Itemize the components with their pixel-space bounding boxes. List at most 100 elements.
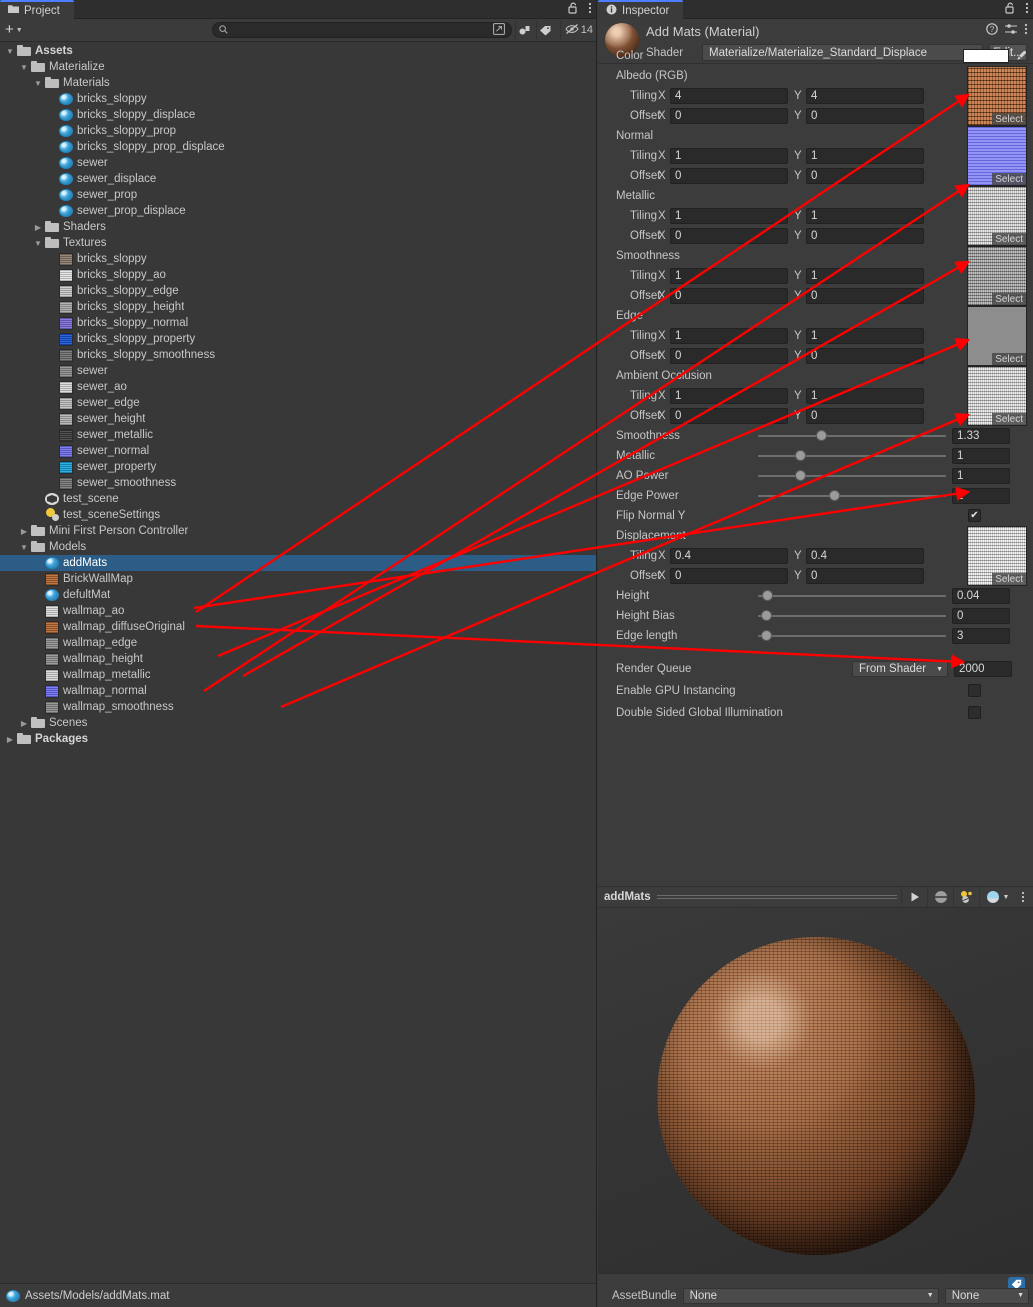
lock-open-icon[interactable] — [1005, 2, 1016, 17]
flip-normal-y-checkbox[interactable]: ✔ — [968, 509, 981, 522]
tree-row[interactable]: wallmap_edge — [0, 635, 596, 651]
tree-row[interactable]: wallmap_normal — [0, 683, 596, 699]
tiling-y-field[interactable]: 1 — [806, 388, 924, 404]
tiling-x-field[interactable]: 1 — [670, 148, 788, 164]
tiling-x-field[interactable]: 1 — [670, 268, 788, 284]
slider-handle[interactable] — [760, 630, 772, 641]
texture-slot[interactable]: Select — [967, 186, 1027, 246]
offset-y-field[interactable]: 0 — [806, 288, 924, 304]
open-in-window-icon[interactable] — [492, 22, 505, 38]
project-asset-tree[interactable]: ▼ Assets ▼ Materialize ▼ Materials bricks_slop… — [0, 43, 596, 1283]
twisty-down-icon[interactable]: ▼ — [32, 77, 44, 89]
twisty-down-icon[interactable]: ▼ — [18, 61, 30, 73]
tree-row[interactable]: ▼ Assets — [0, 43, 596, 59]
kebab-menu-icon[interactable] — [1015, 887, 1031, 908]
texture-slot[interactable]: Select — [967, 526, 1027, 586]
tree-row[interactable]: bricks_sloppy — [0, 251, 596, 267]
assetbundle-name-dropdown[interactable]: None ▼ — [682, 1287, 939, 1304]
tree-row[interactable]: ▶ Scenes — [0, 715, 596, 731]
tree-row[interactable]: wallmap_ao — [0, 603, 596, 619]
render-queue-value-field[interactable]: 2000 — [954, 661, 1012, 677]
texture-slot[interactable]: Select — [967, 246, 1027, 306]
texture-select-button[interactable]: Select — [992, 293, 1026, 305]
tiling-y-field[interactable]: 0.4 — [806, 548, 924, 564]
sphere-shape-icon[interactable] — [927, 886, 953, 908]
tiling-x-field[interactable]: 4 — [670, 88, 788, 104]
environment-icon[interactable]: ▼ — [979, 886, 1015, 908]
tree-row[interactable]: wallmap_diffuseOriginal — [0, 619, 596, 635]
tree-row[interactable]: sewer_smoothness — [0, 475, 596, 491]
slider-track[interactable] — [758, 629, 946, 643]
play-icon[interactable] — [901, 886, 927, 908]
tree-row[interactable]: defultMat — [0, 587, 596, 603]
lock-open-icon[interactable] — [568, 2, 579, 17]
slider-value-field[interactable]: 2 — [952, 488, 1010, 504]
slider-value-field[interactable]: 3 — [952, 628, 1010, 644]
twisty-down-icon[interactable]: ▼ — [4, 45, 16, 57]
slider-handle[interactable] — [816, 430, 828, 441]
offset-y-field[interactable]: 0 — [806, 228, 924, 244]
slider-track[interactable] — [758, 489, 946, 503]
tree-row[interactable]: ▼ Models — [0, 539, 596, 555]
twisty-right-icon[interactable]: ▶ — [18, 525, 30, 537]
tree-row[interactable]: wallmap_metallic — [0, 667, 596, 683]
tree-row[interactable]: sewer_metallic — [0, 427, 596, 443]
tree-row[interactable]: sewer_edge — [0, 395, 596, 411]
tree-row[interactable]: bricks_sloppy_prop_displace — [0, 139, 596, 155]
tiling-x-field[interactable]: 1 — [670, 208, 788, 224]
tree-row[interactable]: sewer — [0, 363, 596, 379]
slider-value-field[interactable]: 1 — [952, 468, 1010, 484]
tiling-x-field[interactable]: 1 — [670, 388, 788, 404]
slider-value-field[interactable]: 0 — [952, 608, 1010, 624]
tree-row[interactable]: ▶ Mini First Person Controller — [0, 523, 596, 539]
offset-y-field[interactable]: 0 — [806, 168, 924, 184]
tree-row[interactable]: sewer_displace — [0, 171, 596, 187]
twisty-down-icon[interactable]: ▼ — [32, 237, 44, 249]
offset-x-field[interactable]: 0 — [670, 228, 788, 244]
offset-x-field[interactable]: 0 — [670, 168, 788, 184]
eyedropper-icon[interactable] — [1013, 49, 1029, 63]
tree-row[interactable]: sewer_property — [0, 459, 596, 475]
color-swatch[interactable] — [963, 49, 1009, 63]
tree-row[interactable]: sewer — [0, 155, 596, 171]
tree-row[interactable]: wallmap_height — [0, 651, 596, 667]
texture-select-button[interactable]: Select — [992, 353, 1026, 365]
tree-row[interactable]: sewer_ao — [0, 379, 596, 395]
texture-slot[interactable]: Select — [967, 126, 1027, 186]
tree-row[interactable]: bricks_sloppy_property — [0, 331, 596, 347]
filter-by-label-icon[interactable] — [536, 20, 555, 40]
kebab-menu-icon[interactable] — [1024, 23, 1028, 38]
texture-select-button[interactable]: Select — [992, 113, 1026, 125]
slider-value-field[interactable]: 0.04 — [952, 588, 1010, 604]
offset-x-field[interactable]: 0 — [670, 288, 788, 304]
tree-row[interactable]: sewer_height — [0, 411, 596, 427]
tree-row[interactable]: bricks_sloppy_height — [0, 299, 596, 315]
slider-handle[interactable] — [760, 610, 772, 621]
slider-value-field[interactable]: 1.33 — [952, 428, 1010, 444]
offset-x-field[interactable]: 0 — [670, 348, 788, 364]
kebab-menu-icon[interactable] — [588, 2, 592, 17]
texture-select-button[interactable]: Select — [992, 573, 1026, 585]
filter-by-type-icon[interactable] — [514, 20, 534, 40]
slider-track[interactable] — [758, 589, 946, 603]
help-icon[interactable]: ? — [986, 23, 998, 38]
offset-x-field[interactable]: 0 — [670, 568, 788, 584]
tree-row[interactable]: bricks_sloppy_normal — [0, 315, 596, 331]
texture-select-button[interactable]: Select — [992, 173, 1026, 185]
slider-value-field[interactable]: 1 — [952, 448, 1010, 464]
texture-select-button[interactable]: Select — [992, 233, 1026, 245]
tree-row[interactable]: ▼ Materialize — [0, 59, 596, 75]
offset-x-field[interactable]: 0 — [670, 108, 788, 124]
lighting-icon[interactable] — [953, 886, 979, 908]
preview-sphere[interactable] — [656, 937, 975, 1255]
tree-row[interactable]: test_scene — [0, 491, 596, 507]
create-asset-button[interactable]: + ▼ — [3, 21, 27, 39]
slider-handle[interactable] — [795, 450, 807, 461]
tiling-y-field[interactable]: 1 — [806, 208, 924, 224]
twisty-right-icon[interactable]: ▶ — [4, 733, 16, 745]
offset-y-field[interactable]: 0 — [806, 568, 924, 584]
tiling-y-field[interactable]: 4 — [806, 88, 924, 104]
tab-inspector[interactable]: Inspector — [598, 0, 684, 19]
slider-handle[interactable] — [762, 590, 774, 601]
offset-y-field[interactable]: 0 — [806, 108, 924, 124]
